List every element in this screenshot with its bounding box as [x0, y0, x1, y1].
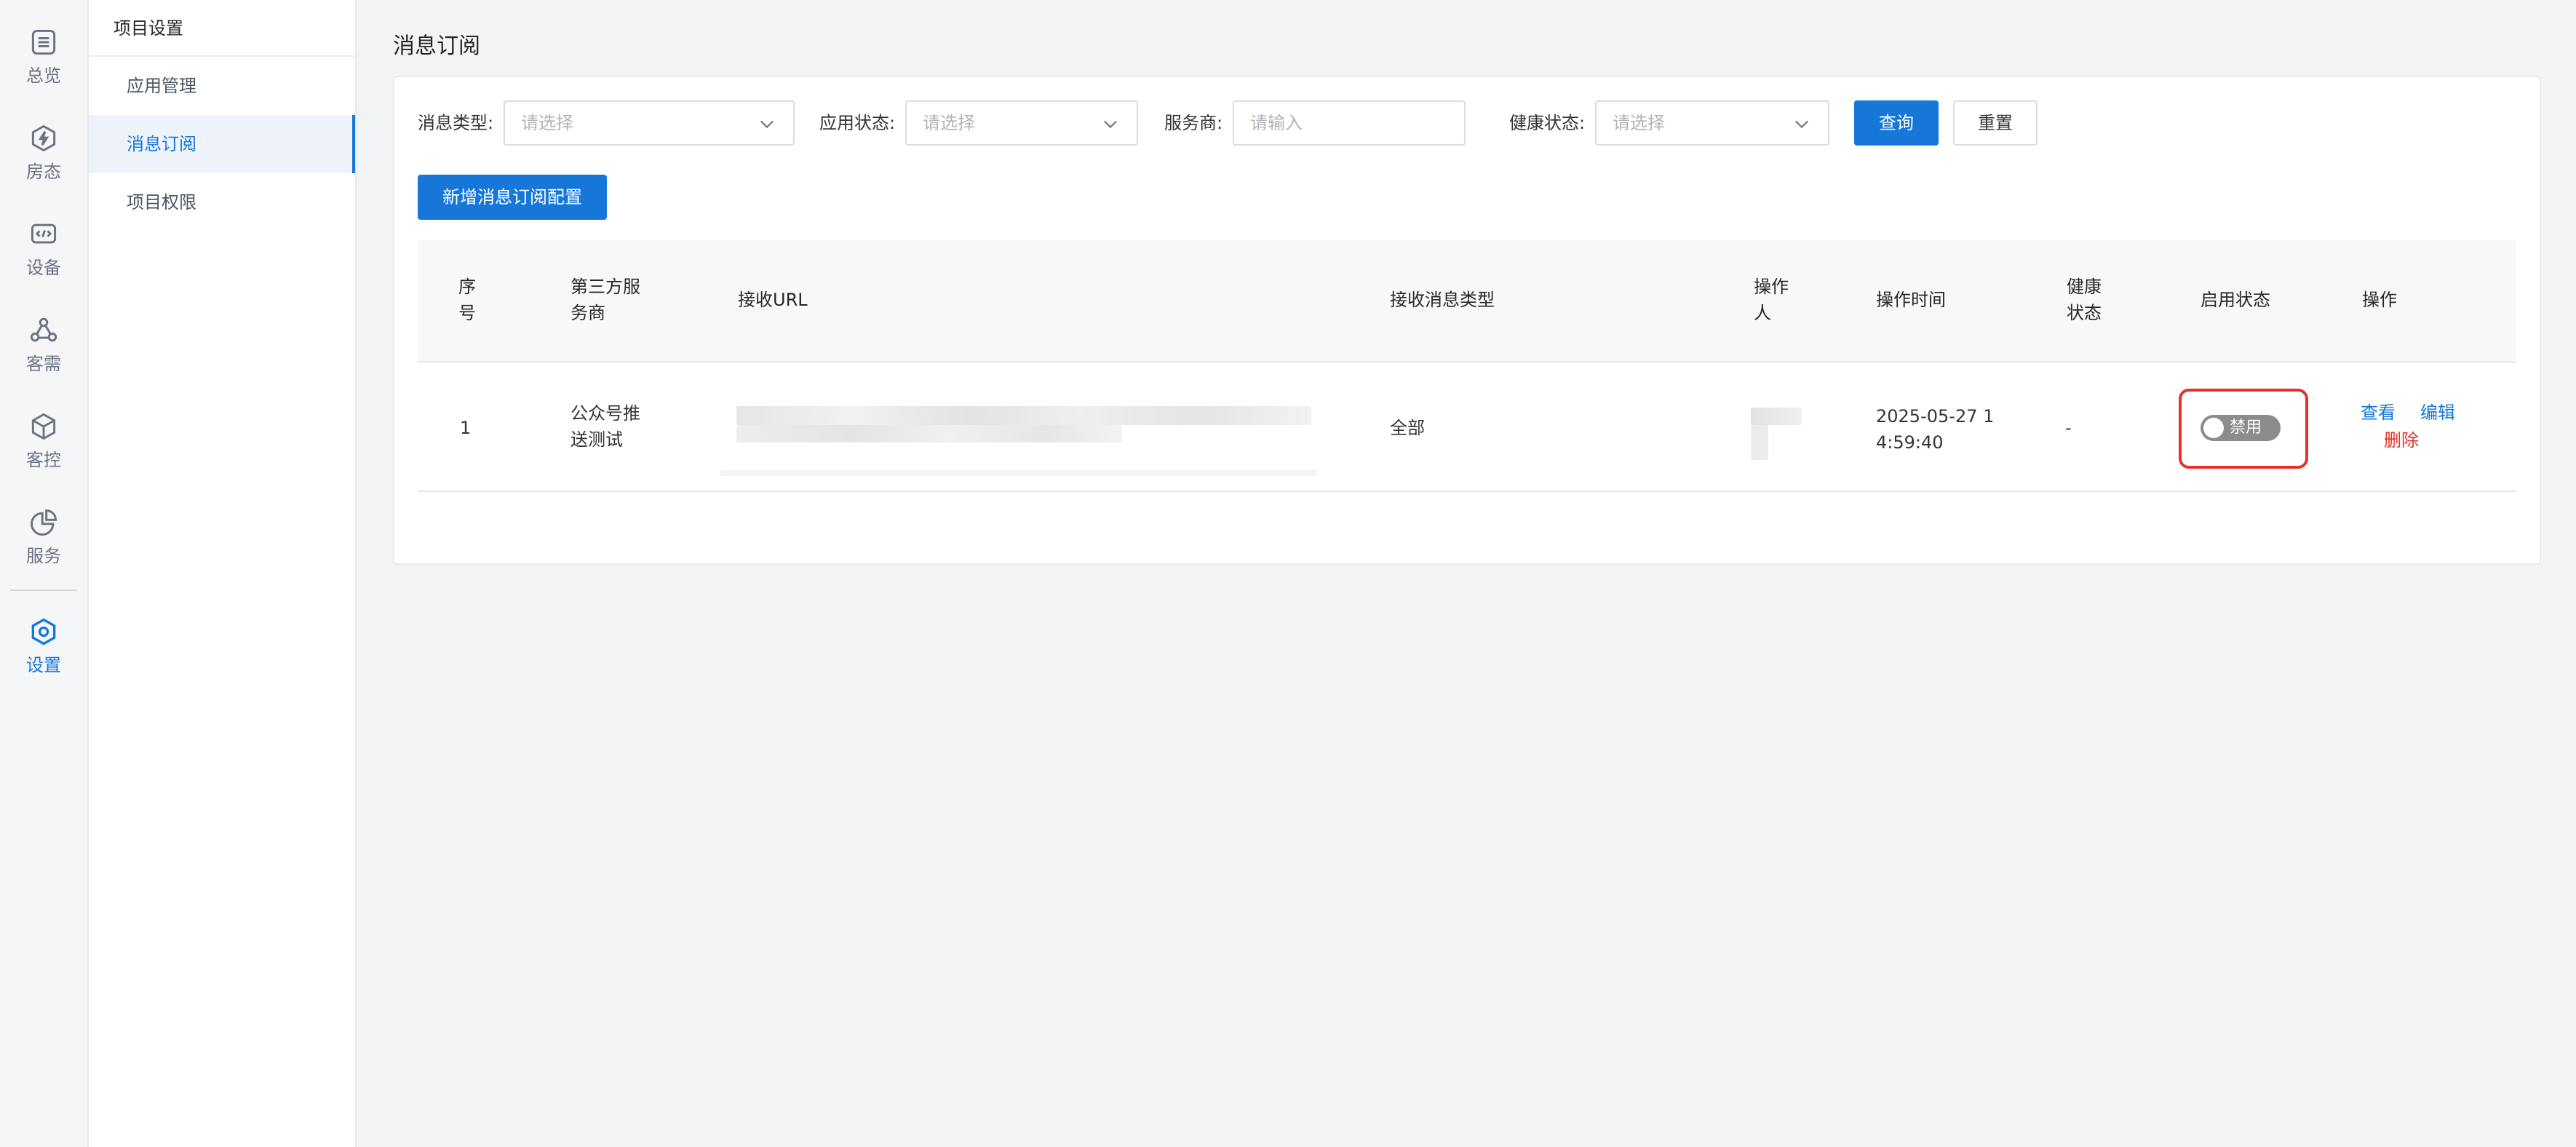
pie-chart-icon	[31, 509, 57, 536]
app-status-placeholder: 请选择	[923, 113, 975, 133]
toggle-label: 禁用	[2230, 418, 2262, 437]
nav-guest-control[interactable]: 客控	[0, 410, 87, 496]
reset-button[interactable]: 重置	[1953, 100, 2038, 146]
nav-overview-label: 总览	[26, 66, 61, 86]
chevron-down-icon	[760, 120, 774, 129]
settings-submenu: 项目设置 应用管理 消息订阅 项目权限	[89, 0, 357, 1147]
cell-seq: 1	[460, 418, 472, 438]
delete-link[interactable]: 删除	[2384, 428, 2419, 453]
chevron-down-icon	[1104, 120, 1117, 129]
cell-provider-line1: 公众号推	[571, 403, 640, 424]
add-subscription-button[interactable]: 新增消息订阅配置	[418, 175, 607, 220]
chevron-down-icon	[1795, 120, 1808, 129]
th-health: 健康 状态	[2067, 274, 2102, 326]
cell-op-time: 2025-05-27 1 4:59:40	[1876, 403, 1994, 456]
app-status-select[interactable]: 请选择	[905, 100, 1138, 146]
lightning-icon	[31, 124, 56, 152]
nav-room-status[interactable]: 房态	[0, 122, 87, 208]
th-msg-type: 接收消息类型	[1390, 290, 1495, 310]
th-operator-line1: 操作	[1754, 277, 1789, 297]
provider-input[interactable]: 请输入	[1233, 100, 1466, 146]
th-op-time: 操作时间	[1876, 290, 1946, 310]
cell-op-time-line2: 4:59:40	[1876, 432, 1944, 453]
cell-provider-line2: 送测试	[571, 429, 623, 450]
cell-provider: 公众号推 送测试	[571, 400, 640, 453]
nav-overview[interactable]: 总览	[0, 26, 87, 112]
provider-placeholder: 请输入	[1250, 113, 1303, 133]
cube-icon	[31, 413, 56, 440]
list-icon	[31, 29, 56, 55]
view-link[interactable]: 查看	[2361, 400, 2396, 425]
code-box-icon	[31, 223, 57, 244]
th-operator: 操作 人	[1754, 274, 1789, 326]
th-seq: 序 号	[458, 274, 476, 326]
nav-guest-needs[interactable]: 客需	[0, 314, 87, 400]
page-title: 消息订阅	[393, 33, 480, 59]
th-provider-line2: 务商	[571, 303, 605, 323]
app-status-label: 应用状态:	[819, 113, 896, 133]
submenu-title: 项目设置	[89, 0, 355, 57]
th-provider: 第三方服 务商	[571, 274, 640, 326]
gear-hex-icon	[31, 618, 56, 646]
nav-devices-label: 设备	[26, 258, 61, 278]
submenu-item-project-permissions[interactable]: 项目权限	[89, 173, 355, 231]
submenu-item-app-management[interactable]: 应用管理	[89, 57, 355, 115]
msg-type-placeholder: 请选择	[521, 113, 573, 133]
edit-link[interactable]: 编辑	[2420, 400, 2455, 425]
enable-toggle[interactable]: 禁用	[2201, 415, 2281, 441]
msg-type-label: 消息类型:	[418, 113, 494, 133]
primary-nav-rail: 总览 房态 设备 客需 客控 服务 设置	[0, 0, 89, 1147]
health-status-select[interactable]: 请选择	[1595, 100, 1829, 146]
cell-msg-type: 全部	[1390, 418, 1425, 438]
nav-guest-control-label: 客控	[26, 450, 61, 470]
nav-room-status-label: 房态	[26, 162, 61, 182]
th-url: 接收URL	[738, 290, 808, 310]
th-enable: 启用状态	[2201, 290, 2270, 310]
nav-services-label: 服务	[26, 546, 61, 566]
nav-services[interactable]: 服务	[0, 507, 87, 592]
msg-type-select[interactable]: 请选择	[504, 100, 795, 146]
nav-settings[interactable]: 设置	[0, 616, 87, 702]
rail-divider	[10, 590, 77, 591]
health-status-placeholder: 请选择	[1613, 113, 1665, 133]
th-health-line2: 状态	[2067, 303, 2102, 323]
th-ops: 操作	[2362, 290, 2397, 310]
toggle-knob	[2203, 418, 2224, 438]
cell-health: -	[2065, 418, 2072, 438]
provider-label: 服务商:	[1164, 113, 1223, 133]
th-operator-line2: 人	[1754, 303, 1771, 323]
submenu-item-message-subscription[interactable]: 消息订阅	[89, 115, 355, 173]
th-health-line1: 健康	[2067, 277, 2102, 297]
th-provider-line1: 第三方服	[571, 277, 640, 297]
nav-settings-label: 设置	[26, 655, 61, 675]
row-divider	[418, 491, 2516, 492]
th-seq-line2: 号	[458, 303, 476, 323]
query-button[interactable]: 查询	[1854, 100, 1939, 146]
nav-devices[interactable]: 设备	[0, 218, 87, 304]
cell-op-time-line1: 2025-05-27 1	[1876, 406, 1995, 426]
nav-guest-needs-label: 客需	[26, 354, 61, 374]
th-seq-line1: 序	[458, 277, 476, 297]
nodes-icon	[30, 317, 57, 342]
health-status-label: 健康状态:	[1509, 113, 1586, 133]
